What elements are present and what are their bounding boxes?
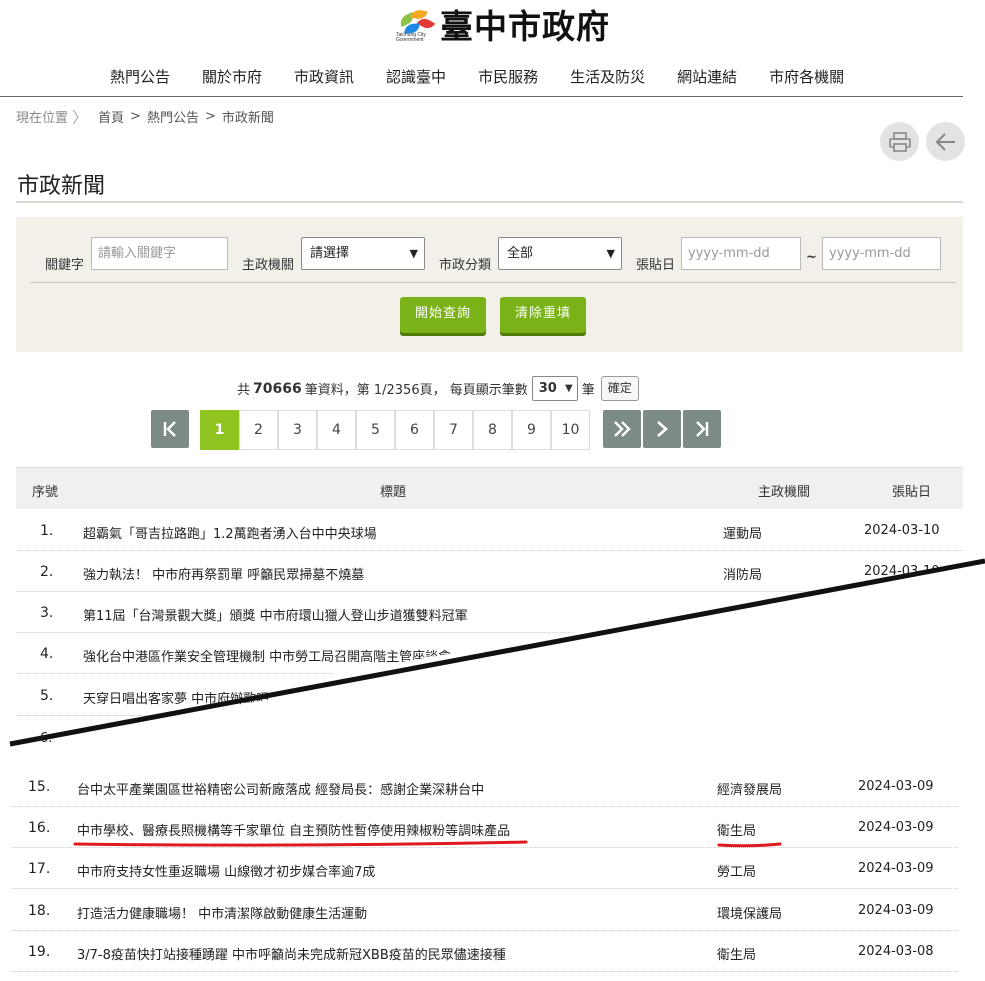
nav-item-citizen-services[interactable]: 市民服務 bbox=[462, 66, 554, 88]
news-title-link[interactable]: 台中太平產業園區世裕精密公司新廠落成 經發局長：感謝企業深耕台中 bbox=[77, 779, 484, 798]
first-page-icon bbox=[163, 421, 176, 437]
row-6-number: 6. bbox=[40, 731, 53, 743]
breadcrumb-home[interactable]: 首頁 bbox=[98, 107, 124, 126]
date-to-input[interactable]: yyyy-mm-dd bbox=[822, 237, 941, 270]
print-button[interactable] bbox=[880, 122, 919, 161]
table-row[interactable]: 19. 3/7-8疫苗快打站接種踴躍 中市呼籲尚未完成新冠XBB疫苗的民眾儘速接… bbox=[12, 931, 958, 972]
news-title-link[interactable]: 強化台中港區作業安全管理機制 中市勞工局召開高階主管座談會 bbox=[83, 646, 451, 665]
page-10[interactable]: 10 bbox=[551, 410, 590, 450]
breadcrumb: 現在位置 〉 首頁 > 熱門公告 > 市政新聞 bbox=[16, 104, 274, 128]
news-title-link[interactable]: 強力執法！ 中市府再祭罰單 呼籲民眾掃墓不燒墓 bbox=[83, 564, 364, 583]
table-row-highlighted[interactable]: 16. 中市學校、醫療長照機構等千家單位 自主預防性暫停使用辣椒粉等調味產品 衛… bbox=[12, 807, 958, 848]
nav-item-know-taichung[interactable]: 認識臺中 bbox=[370, 66, 462, 88]
search-button[interactable]: 開始查詢 bbox=[400, 297, 486, 333]
header-agency: 主政機關 bbox=[758, 485, 811, 500]
page-3[interactable]: 3 bbox=[278, 410, 317, 450]
agency-select[interactable]: 請選擇 ▼ bbox=[301, 237, 425, 270]
breadcrumb-current: 市政新聞 bbox=[221, 110, 274, 126]
panel-divider bbox=[30, 282, 956, 283]
chevron-down-icon: ▼ bbox=[606, 247, 615, 260]
nav-item-announcements[interactable]: 熱門公告 bbox=[94, 66, 186, 88]
page-8[interactable]: 8 bbox=[473, 410, 512, 450]
news-title-link[interactable]: 打造活力健康職場！ 中市清潔隊啟動健康生活運動 bbox=[77, 903, 367, 922]
last-page-button[interactable] bbox=[683, 410, 721, 448]
first-page-button[interactable] bbox=[151, 410, 189, 448]
header-date: 張貼日 bbox=[892, 485, 932, 500]
table-row[interactable]: 2. 強力執法！ 中市府再祭罰單 呼籲民眾掃墓不燒墓 消防局 2024-03-1… bbox=[16, 551, 963, 592]
news-title-link[interactable]: 中市府支持女性重返職場 山線徵才初步媒合率逾7成 bbox=[77, 861, 375, 880]
news-title-link[interactable]: 天穿日唱出客家夢 中市府辦歌唱 bbox=[83, 688, 269, 707]
page-6[interactable]: 6 bbox=[395, 410, 434, 450]
table-row[interactable]: 15. 台中太平產業園區世裕精密公司新廠落成 經發局長：感謝企業深耕台中 經濟發… bbox=[12, 766, 958, 807]
confirm-button[interactable]: 確定 bbox=[600, 376, 639, 401]
table-header: 序號 標題 主政機關 張貼日 bbox=[16, 467, 963, 509]
page-2[interactable]: 2 bbox=[239, 410, 278, 450]
next-page-button[interactable] bbox=[643, 410, 681, 448]
keyword-label: 關鍵字 bbox=[45, 258, 85, 273]
reset-button[interactable]: 清除重填 bbox=[500, 297, 586, 333]
category-label: 市政分類 bbox=[439, 258, 492, 273]
double-chevron-right-icon bbox=[614, 421, 631, 437]
table-row[interactable]: 1. 超霸氣「哥吉拉路跑」1.2萬跑者湧入台中中央球場 運動局 2024-03-… bbox=[16, 510, 963, 551]
logo-caption: Taichung City Government bbox=[396, 32, 427, 43]
chevron-down-icon: ▼ bbox=[409, 247, 418, 260]
total-count: 70666 bbox=[253, 380, 302, 397]
table-row[interactable]: 4. 強化台中港區作業安全管理機制 中市勞工局召開高階主管座談會 bbox=[16, 633, 963, 674]
agency-label: 主政機關 bbox=[242, 258, 295, 273]
page-7[interactable]: 7 bbox=[434, 410, 473, 450]
page-1[interactable]: 1 bbox=[200, 410, 239, 450]
per-page-select[interactable]: 30 ▼ bbox=[531, 376, 578, 401]
logo-emblem-icon: Taichung City Government bbox=[396, 5, 436, 43]
news-title-link[interactable]: 第11屆「台灣景觀大獎」頒獎 中市府環山獵人登山步道獲雙料冠軍 bbox=[83, 605, 468, 624]
page-5[interactable]: 5 bbox=[356, 410, 395, 450]
news-title-link[interactable]: 超霸氣「哥吉拉路跑」1.2萬跑者湧入台中中央球場 bbox=[83, 523, 377, 542]
page-title: 市政新聞 bbox=[17, 174, 106, 199]
site-title: 臺中市政府 bbox=[440, 7, 610, 46]
keyword-input[interactable]: 請輸入關鍵字 bbox=[91, 237, 228, 270]
news-title-link[interactable]: 中市學校、醫療長照機構等千家單位 自主預防性暫停使用辣椒粉等調味產品 bbox=[77, 820, 510, 839]
search-panel: 關鍵字 請輸入關鍵字 主政機關 請選擇 ▼ 市政分類 全部 ▼ 張貼日 yyyy… bbox=[16, 217, 963, 352]
table-row[interactable]: 5. 天穿日唱出客家夢 中市府辦歌唱 bbox=[16, 675, 963, 716]
chevron-right-icon: 〉 bbox=[72, 108, 89, 127]
page-4[interactable]: 4 bbox=[317, 410, 356, 450]
breadcrumb-here-label: 現在位置 bbox=[16, 110, 69, 126]
nav-item-life-disaster[interactable]: 生活及防災 bbox=[554, 66, 661, 88]
back-button[interactable] bbox=[926, 122, 965, 161]
breadcrumb-announcements[interactable]: 熱門公告 bbox=[147, 107, 199, 126]
nav-item-government-info[interactable]: 市政資訊 bbox=[278, 66, 370, 88]
date-from-input[interactable]: yyyy-mm-dd bbox=[681, 237, 801, 270]
header-title: 標題 bbox=[380, 485, 407, 500]
table-row[interactable]: 18. 打造活力健康職場！ 中市清潔隊啟動健康生活運動 環境保護局 2024-0… bbox=[12, 890, 958, 931]
page-9[interactable]: 9 bbox=[512, 410, 551, 450]
header-no: 序號 bbox=[32, 485, 59, 500]
chevron-right-icon bbox=[657, 421, 668, 437]
arrow-left-icon bbox=[935, 132, 955, 151]
nav-item-links[interactable]: 網站連結 bbox=[661, 66, 753, 88]
category-select[interactable]: 全部 ▼ bbox=[498, 237, 622, 270]
result-summary: 共 70666 筆資料，第 1/2356頁， 每頁顯示筆數 30 ▼ 筆 確定 bbox=[237, 376, 639, 401]
title-divider bbox=[16, 201, 963, 203]
next-group-button[interactable] bbox=[603, 410, 641, 448]
news-title-link[interactable]: 3/7-8疫苗快打站接種踴躍 中市呼籲尚未完成新冠XBB疫苗的民眾儘速接種 bbox=[77, 944, 506, 963]
chevron-down-icon: ▼ bbox=[565, 383, 573, 394]
date-label: 張貼日 bbox=[636, 258, 676, 273]
printer-icon bbox=[888, 131, 911, 152]
table-row[interactable]: 17. 中市府支持女性重返職場 山線徵才初步媒合率逾7成 勞工局 2024-03… bbox=[12, 848, 958, 889]
main-nav: 熱門公告 關於市府 市政資訊 認識臺中 市民服務 生活及防災 網站連結 市府各機… bbox=[94, 66, 894, 88]
nav-item-agencies[interactable]: 市府各機關 bbox=[753, 66, 860, 88]
last-page-icon bbox=[696, 421, 709, 437]
site-logo[interactable]: Taichung City Government 臺中市政府 bbox=[396, 0, 610, 48]
nav-divider bbox=[0, 96, 963, 97]
table-row[interactable]: 3. 第11屆「台灣景觀大獎」頒獎 中市府環山獵人登山步道獲雙料冠軍 bbox=[16, 592, 963, 633]
nav-item-about[interactable]: 關於市府 bbox=[186, 66, 278, 88]
date-range-separator: ~ bbox=[806, 250, 817, 265]
